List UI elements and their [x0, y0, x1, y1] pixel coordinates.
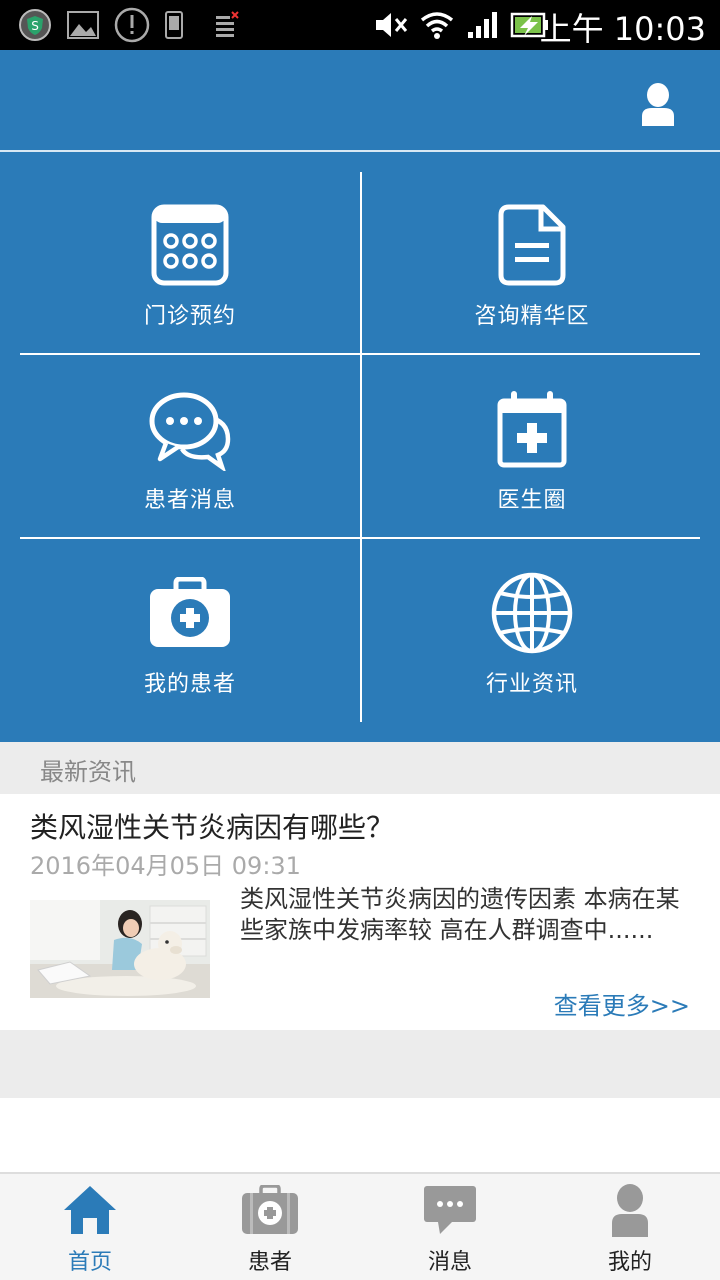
news-summary: 类风湿性关节炎病因的遗传因素 本病在某些家族中发病率较 高在人群调查中.....… [240, 885, 680, 944]
news-date: 2016年04月05日 09:31 [30, 852, 301, 880]
signal-icon [466, 8, 500, 42]
medical-kit-icon [240, 1180, 300, 1240]
shield-icon: S [18, 8, 52, 42]
menu-label: 行业资讯 [485, 672, 578, 697]
user-icon [600, 1180, 660, 1240]
tab-label: 首页 [67, 1250, 112, 1275]
calendar-grid-icon [145, 200, 235, 290]
home-icon [60, 1180, 120, 1240]
news-thumbnail[interactable] [30, 900, 210, 998]
clock: 上午 10:03 [539, 10, 706, 48]
feature-grid: 门诊预约 咨询精华区 患者消息 医生圈 我的患者 行业资讯 [0, 152, 720, 742]
tab-label: 我的 [607, 1250, 652, 1275]
globe-icon [487, 568, 577, 658]
document-icon [487, 200, 577, 290]
chat-icon [420, 1180, 480, 1240]
medical-calendar-icon [487, 384, 577, 474]
menu-item-consultation[interactable]: 咨询精华区 [362, 152, 702, 336]
chat-bubbles-icon [145, 384, 235, 474]
tab-label: 消息 [427, 1250, 472, 1275]
medical-kit-icon [145, 568, 235, 658]
sim-icon [214, 8, 240, 42]
menu-item-patient-messages[interactable]: 患者消息 [20, 336, 360, 520]
tab-profile[interactable]: 我的 [540, 1174, 720, 1280]
tab-label: 患者 [247, 1250, 292, 1275]
section-title: 最新资讯 [40, 758, 136, 786]
menu-label: 医生圈 [497, 488, 567, 513]
alert-icon [114, 7, 150, 43]
read-more-link[interactable]: 查看更多>> [554, 986, 690, 1021]
bottom-navigation: 首页 患者 消息 我的 [0, 1172, 720, 1280]
tab-home[interactable]: 首页 [0, 1174, 180, 1280]
phone-icon [164, 8, 184, 42]
wifi-icon [420, 8, 454, 42]
app-header [0, 50, 720, 150]
svg-text:S: S [31, 19, 39, 33]
menu-label: 门诊预约 [143, 304, 236, 329]
section-spacer [0, 1030, 720, 1098]
news-item[interactable]: 类风湿性关节炎病因有哪些？ 2016年04月05日 09:31 类风湿性关节炎病… [0, 794, 720, 1030]
tab-patients[interactable]: 患者 [180, 1174, 360, 1280]
user-icon[interactable] [640, 82, 676, 126]
menu-label: 患者消息 [143, 488, 236, 513]
news-title[interactable]: 类风湿性关节炎病因有哪些？ [30, 806, 394, 846]
menu-item-my-patients[interactable]: 我的患者 [20, 520, 360, 704]
image-icon [66, 8, 100, 42]
status-bar: S 上午 10:03 [0, 0, 720, 50]
tab-messages[interactable]: 消息 [360, 1174, 540, 1280]
news-section-header: 最新资讯 [0, 742, 720, 794]
menu-label: 我的患者 [143, 672, 236, 697]
mute-icon [374, 8, 410, 42]
menu-item-doctor-circle[interactable]: 医生圈 [362, 336, 702, 520]
menu-item-industry-news[interactable]: 行业资讯 [362, 520, 702, 704]
menu-label: 咨询精华区 [474, 304, 590, 329]
menu-item-appointment[interactable]: 门诊预约 [20, 152, 360, 336]
